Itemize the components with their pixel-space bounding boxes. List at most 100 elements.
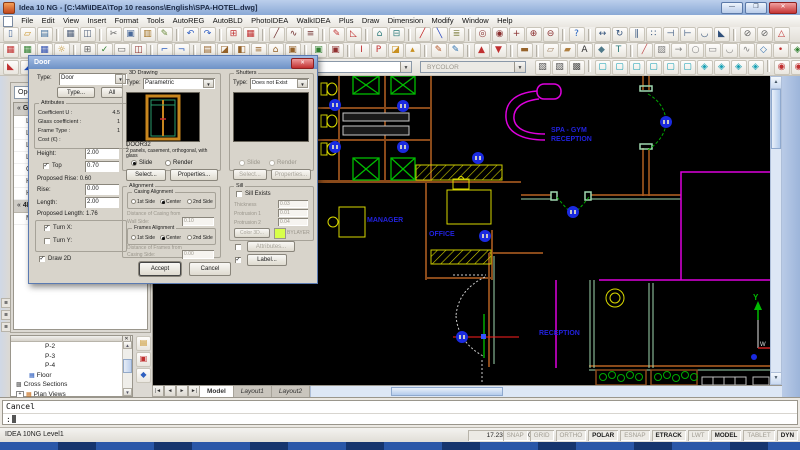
casing-1st-radio[interactable] (131, 199, 136, 204)
maximize-button[interactable]: ❐ (745, 2, 767, 14)
tab-nav-next[interactable]: ► (176, 386, 188, 397)
icon-insert-image[interactable]: I (354, 43, 370, 58)
tree-scroll-thumb[interactable] (123, 359, 132, 373)
icon-3d-view-red[interactable]: ◣ (3, 60, 19, 75)
dialog-close-icon[interactable]: ✕ (291, 58, 314, 69)
icon-copy[interactable]: ▣ (123, 27, 139, 42)
icon-pen-blue[interactable]: ╲ (432, 27, 448, 42)
door-type-combo[interactable]: Door▼ (59, 73, 127, 85)
icon-arc-tool[interactable]: ◡ (722, 43, 738, 58)
attributes-checkbox[interactable] (235, 244, 241, 250)
menu-modify[interactable]: Modify (427, 15, 457, 27)
properties-button[interactable]: Properties... (170, 169, 218, 181)
icon-insert-table[interactable]: ⊞ (226, 27, 242, 42)
command-prompt[interactable]: : (3, 414, 797, 426)
icon-circle-tool[interactable]: ○ (688, 43, 704, 58)
tree-item-cross-sections[interactable]: ▩Cross Sections (11, 380, 132, 390)
icon-erase[interactable]: ◺ (346, 27, 362, 42)
menu-window[interactable]: Window (458, 15, 493, 27)
icon-sketch[interactable]: ✎ (329, 27, 345, 42)
icon-vt-layers[interactable]: ▤ (136, 336, 151, 351)
icon-lower-level[interactable]: ▼ (491, 43, 507, 58)
render-radio[interactable] (165, 160, 171, 166)
tab-layout2[interactable]: Layout2 (272, 386, 310, 397)
menu-autobld[interactable]: AutoBLD (209, 15, 247, 27)
icon-export-up[interactable]: ▴ (405, 43, 421, 58)
icon-multiline[interactable]: ≡ (303, 27, 319, 42)
cancel-button[interactable]: Cancel (189, 262, 231, 276)
menu-photoidea[interactable]: PhotoIDEA (247, 15, 292, 27)
menu-tools[interactable]: Tools (143, 15, 169, 27)
icon-vt-nav[interactable]: ◆ (136, 368, 151, 383)
tree-item-p-3[interactable]: P-3 (11, 352, 132, 362)
collapse-icon[interactable]: « (17, 105, 21, 112)
tab-nav-prev[interactable]: ◄ (164, 386, 176, 397)
icon-view-ne-iso[interactable]: ◈ (731, 60, 747, 75)
menu-plus[interactable]: Plus (335, 15, 358, 27)
icon-pan[interactable]: + (509, 27, 525, 42)
height-field[interactable]: 2.00 (85, 148, 119, 159)
icon-shade-hidden[interactable]: ▩ (569, 60, 585, 75)
icon-draw-line[interactable]: ╱ (269, 27, 285, 42)
select-button[interactable]: Select... (126, 169, 166, 181)
status-toggle-polar[interactable]: POLAR (588, 430, 618, 441)
icon-new[interactable]: ▯ (3, 27, 19, 42)
tab-model[interactable]: Model (200, 386, 234, 397)
close-button[interactable]: ✕ (769, 2, 797, 14)
turn-x-checkbox[interactable]: ✓ (44, 225, 50, 231)
dialog-title-bar[interactable]: Door (29, 56, 317, 69)
tree-item-p-2[interactable]: P-2 (11, 342, 132, 352)
chevron-down-icon[interactable]: ▼ (203, 79, 214, 88)
frames-center-radio[interactable] (160, 235, 165, 240)
icon-view-back[interactable]: ▢ (680, 60, 696, 75)
scroll-up-icon[interactable]: ▲ (123, 341, 132, 349)
icon-view-left[interactable]: ▢ (629, 60, 645, 75)
status-toggle-grid[interactable]: GRID (530, 430, 554, 441)
icon-print[interactable]: ▦ (63, 27, 79, 42)
menu-dimension[interactable]: Dimension (384, 15, 428, 27)
menu-autoreg[interactable]: AutoREG (168, 15, 208, 27)
3d-type-combo[interactable]: Parametric▼ (143, 78, 215, 89)
menu-insert[interactable]: Insert (83, 15, 110, 27)
minimize-button[interactable]: — (721, 2, 743, 14)
status-toggle-ortho[interactable]: ORTHO (556, 430, 587, 441)
menu-walkidea[interactable]: WalkIDEA (292, 15, 334, 27)
icon-polygon-tool[interactable]: ◇ (756, 43, 772, 58)
icon-match-properties[interactable]: ⌂ (372, 27, 388, 42)
top-checkbox[interactable]: ✓ (43, 163, 49, 169)
icon-move[interactable]: ↔ (595, 27, 611, 42)
icon-zoom-previous[interactable]: ◉ (492, 27, 508, 42)
icon-region-tool[interactable]: ◈ (790, 43, 800, 58)
frames-2nd-radio[interactable] (187, 235, 192, 240)
icon-brush[interactable]: ▰ (560, 43, 576, 58)
icon-layer-walk[interactable]: ⊟ (389, 27, 405, 42)
icon-shade-flat[interactable]: ▧ (535, 60, 551, 75)
icon-letter-a[interactable]: A (577, 43, 593, 58)
icon-open[interactable]: ▱ (20, 27, 36, 42)
label-checkbox[interactable]: ✓ (235, 257, 241, 263)
horizontal-scrollbar[interactable] (310, 386, 782, 397)
icon-zoom-window2[interactable]: ◉ (791, 60, 800, 75)
icon-print-preview[interactable]: ◫ (80, 27, 96, 42)
casing-center-radio[interactable] (160, 199, 165, 204)
icon-point-tool[interactable]: • (773, 43, 789, 58)
status-toggle-model[interactable]: MODEL (711, 430, 742, 441)
tab-nav-first[interactable]: |◄ (152, 386, 164, 397)
icon-shade-gouraud[interactable]: ▨ (552, 60, 568, 75)
tree-item-p-4[interactable]: P-4 (11, 361, 132, 371)
icon-draw-polyline[interactable]: ∿ (286, 27, 302, 42)
chevron-down-icon[interactable]: ▼ (400, 62, 411, 72)
icon-help[interactable]: ? (569, 27, 585, 42)
status-toggle-dyn[interactable]: DYN (777, 430, 798, 441)
menu-help[interactable]: Help (493, 15, 517, 27)
icon-view-front[interactable]: ▢ (663, 60, 679, 75)
icon-pencil-red[interactable]: ✎ (431, 43, 447, 58)
frames-1st-radio[interactable] (131, 235, 136, 240)
status-toggle-tablet[interactable]: TABLET (743, 430, 774, 441)
icon-zoom-window[interactable]: ◎ (475, 27, 491, 42)
tab-layout1[interactable]: Layout1 (234, 386, 272, 397)
icon-fence[interactable]: ≣ (449, 27, 465, 42)
icon-offset[interactable]: ∥ (629, 27, 645, 42)
rise-field[interactable]: 0.00 (85, 184, 119, 195)
status-toggle-lwt[interactable]: LWT (688, 430, 709, 441)
